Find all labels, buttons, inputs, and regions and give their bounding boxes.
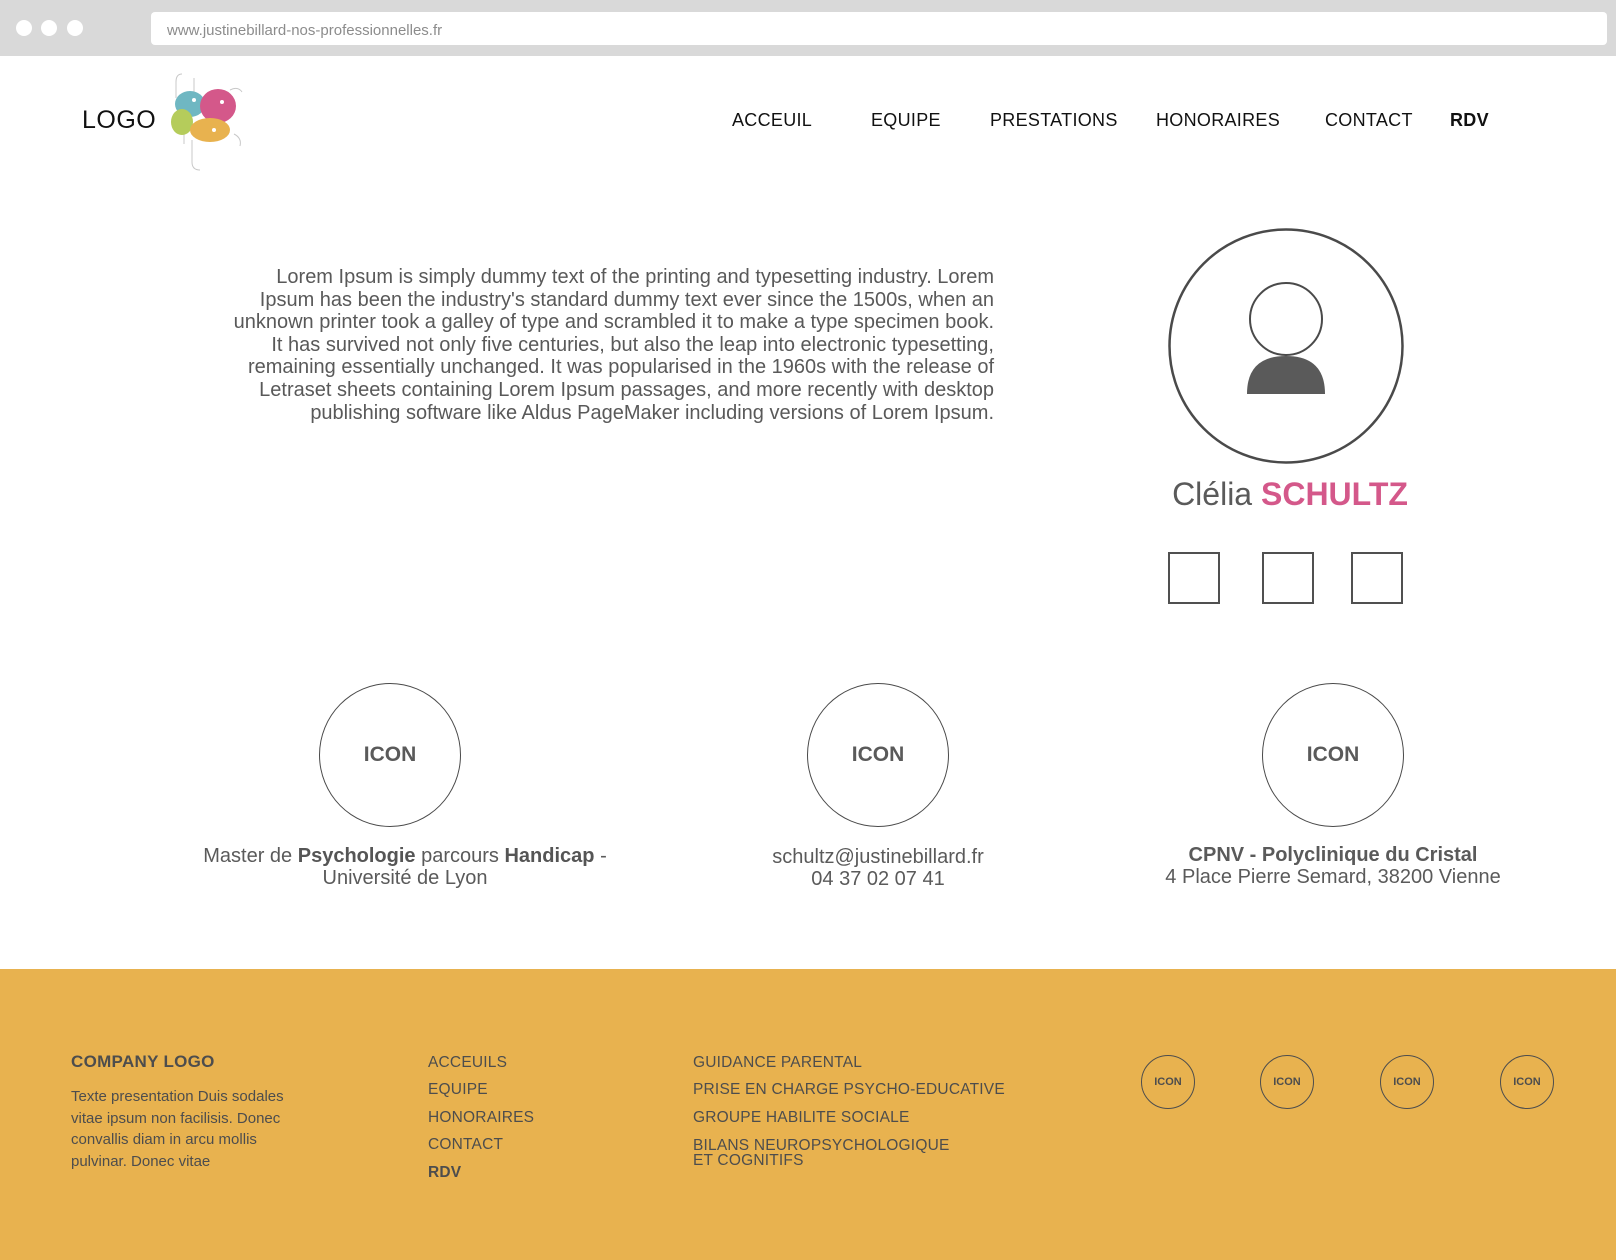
nav-contact[interactable]: CONTACT [1325,110,1413,131]
intro-paragraph: Lorem Ipsum is simply dummy text of the … [233,266,994,424]
nav-equipe[interactable]: EQUIPE [871,110,941,131]
social-link-2[interactable] [1262,552,1314,604]
footer-description: Texte presentation Duis sodales vitae ip… [71,1088,284,1170]
brain-logo-icon [171,73,243,171]
browser-toolbar: www.justinebillard-nos-professionnelles.… [0,0,1616,56]
location-address: 4 Place Pierre Semard, 38200 Vienne [1165,866,1501,888]
footer-link-rdv[interactable]: RDV [428,1164,461,1182]
footer-link-contact[interactable]: CONTACT [428,1136,503,1154]
education-middle: parcours [415,845,505,867]
location-info: CPNV - Polyclinique du Cristal 4 Place P… [1133,844,1533,888]
contact-email[interactable]: schultz@justinebillard.fr [728,846,1028,868]
footer-company-logo: COMPANY LOGO [71,1052,215,1071]
window-maximize-dot[interactable] [67,20,83,36]
professional-name: Clélia SCHULTZ [1160,476,1420,513]
footer-link-honoraires[interactable]: HONORAIRES [428,1109,534,1127]
contact-icon: ICON [807,683,949,827]
footer-link-equipe[interactable]: EQUIPE [428,1081,488,1099]
contact-info: schultz@justinebillard.fr 04 37 02 07 41 [728,846,1028,890]
window-minimize-dot[interactable] [41,20,57,36]
footer-social-icon-3[interactable]: ICON [1380,1055,1434,1109]
education-field: Psychologie [297,845,416,867]
address-bar[interactable]: www.justinebillard-nos-professionnelles.… [151,12,1607,45]
footer-service-prise-en-charge[interactable]: PRISE EN CHARGE PSYCHO-EDUCATIVE [693,1081,1005,1099]
last-name: SCHULTZ [1260,476,1408,512]
footer-link-acceuils[interactable]: ACCEUILS [428,1054,507,1072]
first-name: Clélia [1172,476,1253,512]
nav-honoraires[interactable]: HONORAIRES [1156,110,1280,131]
education-icon: ICON [319,683,461,827]
education-suffix: - [594,845,607,867]
footer-service-guidance[interactable]: GUIDANCE PARENTAL [693,1054,862,1072]
window-close-dot[interactable] [16,20,32,36]
location-name: CPNV - Polyclinique du Cristal [1188,844,1478,866]
nav-prestations[interactable]: PRESTATIONS [990,110,1118,131]
site-logo-text[interactable]: LOGO [82,106,156,135]
location-icon: ICON [1262,683,1404,827]
footer-service-groupe[interactable]: GROUPE HABILITE SOCIALE [693,1109,910,1127]
profile-avatar-icon [1168,228,1404,464]
education-info: Master de Psychologie parcours Handicap … [180,845,630,889]
footer-social-icon-2[interactable]: ICON [1260,1055,1314,1109]
social-link-3[interactable] [1351,552,1403,604]
education-prefix: Master de [203,845,298,867]
footer-social-icon-4[interactable]: ICON [1500,1055,1554,1109]
education-track: Handicap [504,845,595,867]
nav-acceuil[interactable]: ACCEUIL [732,110,812,131]
footer-service-bilans-cont[interactable]: ET COGNITIFS [693,1152,804,1170]
nav-rdv[interactable]: RDV [1450,110,1489,131]
contact-phone[interactable]: 04 37 02 07 41 [728,868,1028,890]
social-link-1[interactable] [1168,552,1220,604]
footer-social-icon-1[interactable]: ICON [1141,1055,1195,1109]
university: Université de Lyon [322,867,488,889]
